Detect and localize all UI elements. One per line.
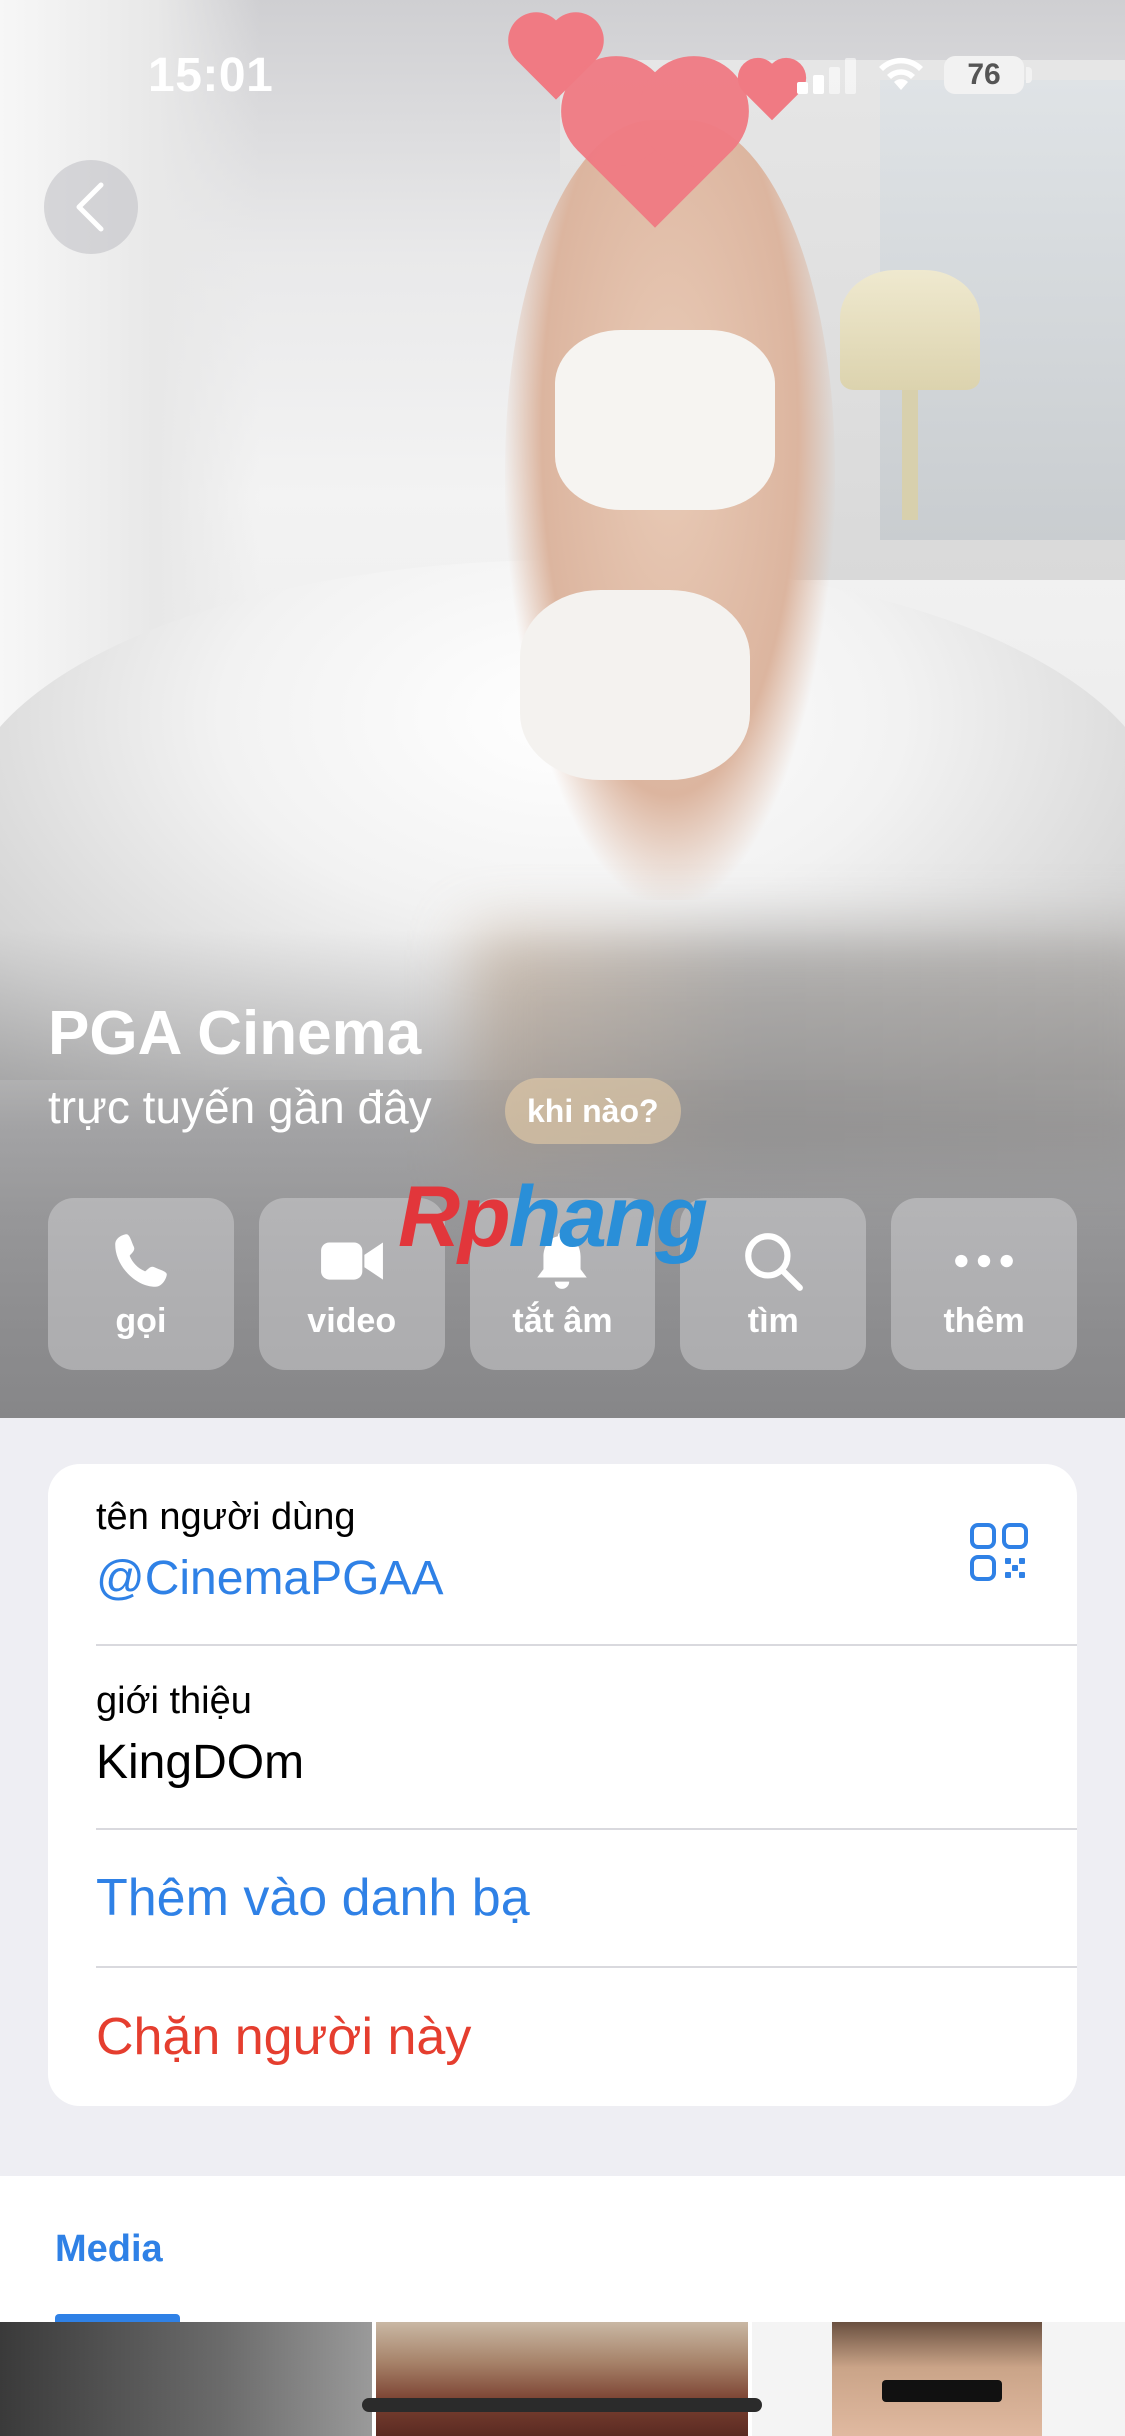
cellular-signal-icon — [797, 58, 859, 94]
last-seen-when-button[interactable]: khi nào? — [505, 1078, 681, 1144]
more-dots-icon — [955, 1254, 1013, 1267]
cover-lamp-stem — [902, 390, 918, 520]
media-thumbnail[interactable] — [376, 2322, 748, 2436]
block-user-button[interactable]: Chặn người này — [96, 2007, 471, 2067]
video-label: video — [307, 1301, 397, 1340]
qr-code-icon[interactable] — [969, 1522, 1029, 1582]
media-thumbnail[interactable] — [0, 2322, 372, 2436]
cover-clothing-top — [555, 330, 775, 510]
watermark-logo: Rphang — [398, 1168, 708, 1267]
more-label: thêm — [943, 1301, 1025, 1340]
battery-icon: 76 — [944, 56, 1024, 94]
username-value[interactable]: @CinemaPGAA — [96, 1551, 1077, 1606]
call-label: gọi — [115, 1301, 167, 1340]
profile-name: PGA Cinema — [48, 999, 422, 1068]
mute-label: tắt âm — [512, 1301, 613, 1340]
cover-lamp — [840, 270, 980, 390]
more-button[interactable]: thêm — [891, 1198, 1077, 1370]
add-to-contacts-button[interactable]: Thêm vào danh bạ — [96, 1868, 530, 1928]
status-time: 15:01 — [148, 49, 274, 102]
username-row[interactable]: tên người dùng @CinemaPGAA — [96, 1464, 1077, 1646]
search-icon — [745, 1232, 804, 1291]
wifi-icon — [879, 57, 923, 90]
search-label: tìm — [747, 1301, 799, 1340]
watermark-right: hang — [508, 1169, 708, 1265]
phone-icon — [115, 1233, 167, 1287]
cover-clothing-bottom — [520, 590, 750, 780]
last-seen-status: trực tuyến gần đây — [48, 1081, 432, 1133]
thumbnail-face — [832, 2322, 1042, 2436]
home-indicator[interactable] — [362, 2398, 762, 2412]
cover-person — [505, 120, 835, 900]
tab-media-underline — [55, 2314, 180, 2322]
add-contact-row[interactable]: Thêm vào danh bạ — [96, 1830, 1077, 1968]
watermark-left: Rp — [398, 1169, 511, 1265]
block-user-row[interactable]: Chặn người này — [96, 1968, 1077, 2106]
bio-row: giới thiệu KingDOm — [96, 1646, 1077, 1830]
tab-media[interactable]: Media — [55, 2228, 163, 2271]
chevron-left-icon — [76, 182, 104, 232]
profile-screen: 15:01 76 PGA Cinema trực tuyến gần đây k… — [0, 0, 1125, 2436]
battery-tip — [1026, 67, 1032, 83]
search-button[interactable]: tìm — [680, 1198, 867, 1370]
bio-label: giới thiệu — [96, 1680, 252, 1722]
bio-value: KingDOm — [96, 1736, 305, 1789]
thumbnail-censor-bar — [882, 2380, 1002, 2402]
video-camera-icon — [320, 1241, 383, 1280]
back-button[interactable] — [44, 160, 138, 254]
info-card: tên người dùng @CinemaPGAA giới thiệu Ki… — [48, 1464, 1077, 2106]
username-label: tên người dùng — [96, 1496, 356, 1538]
call-button[interactable]: gọi — [48, 1198, 234, 1370]
media-thumbnail[interactable] — [752, 2322, 1125, 2436]
